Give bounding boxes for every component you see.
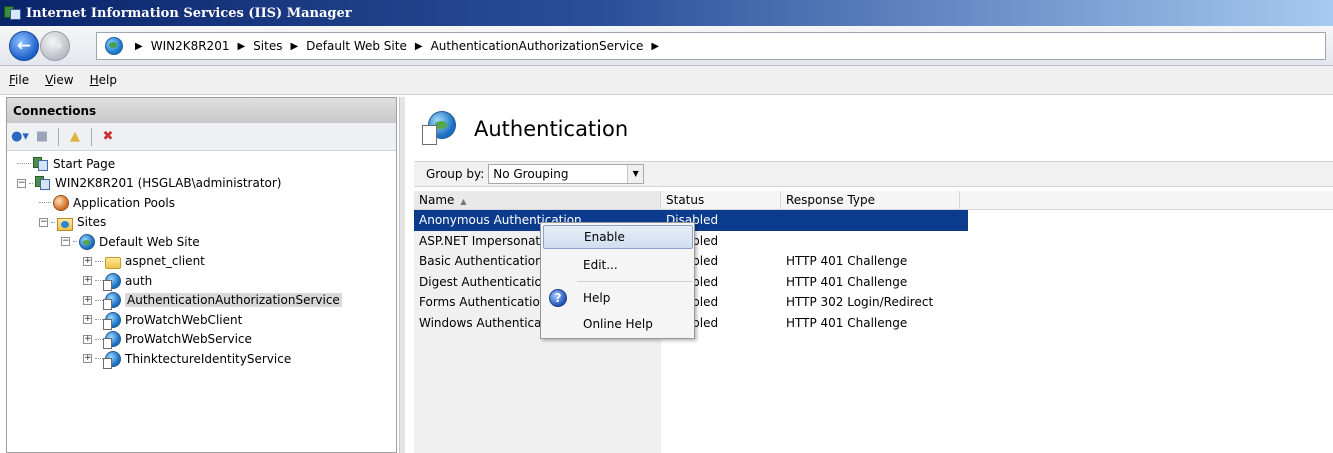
menu-bar: File View Help: [0, 66, 1333, 95]
disconnect-icon[interactable]: ✖: [99, 128, 117, 146]
address-breadcrumb[interactable]: ▶ WIN2K8R201 ▶ Sites ▶ Default Web Site …: [96, 32, 1326, 60]
sites-icon: [57, 217, 73, 231]
breadcrumb-server[interactable]: WIN2K8R201: [151, 39, 230, 53]
tree-item-aspnet-client[interactable]: + aspnet_client: [7, 252, 396, 272]
breadcrumb-application[interactable]: AuthenticationAuthorizationService: [431, 39, 644, 53]
feature-header: Authentication: [422, 111, 628, 147]
iis-manager-icon: [4, 4, 22, 22]
breadcrumb-default-web-site[interactable]: Default Web Site: [306, 39, 407, 53]
save-icon[interactable]: ■: [33, 128, 51, 146]
tree-item-authenticationauthorizationservice[interactable]: + AuthenticationAuthorizationService: [7, 291, 396, 311]
context-menu-help[interactable]: Help: [543, 286, 693, 310]
menu-help[interactable]: Help: [90, 73, 117, 87]
tree-item-start-page[interactable]: Start Page: [7, 154, 396, 174]
tree-item-default-web-site[interactable]: − Default Web Site: [7, 232, 396, 252]
up-folder-icon[interactable]: ▲: [66, 128, 84, 146]
server-icon: [35, 175, 51, 191]
pane-splitter[interactable]: [399, 97, 405, 453]
chevron-right-icon[interactable]: ▶: [415, 41, 423, 52]
folder-icon: [105, 257, 121, 270]
expand-toggle[interactable]: +: [83, 334, 92, 344]
context-menu-enable[interactable]: Enable: [543, 225, 693, 249]
context-menu-edit[interactable]: Edit...: [543, 253, 693, 277]
application-icon: [103, 311, 121, 330]
globe-icon: [105, 37, 123, 55]
forward-button[interactable]: →: [40, 31, 70, 61]
tree-item-auth[interactable]: + auth: [7, 271, 396, 291]
expand-toggle[interactable]: +: [83, 256, 92, 266]
chevron-down-icon[interactable]: ▼: [627, 165, 644, 183]
collapse-toggle[interactable]: −: [61, 237, 70, 247]
sort-ascending-icon: ▲: [460, 197, 467, 206]
group-by-bar: Group by: No Grouping ▼: [414, 161, 1333, 187]
column-header-status[interactable]: Status: [661, 191, 781, 209]
connect-icon[interactable]: ●▾: [11, 128, 29, 146]
chevron-right-icon[interactable]: ▶: [237, 41, 245, 52]
back-button[interactable]: ←: [9, 31, 39, 61]
start-page-icon: [33, 156, 49, 172]
tree-item-thinktectureidentityservice[interactable]: + ThinktectureIdentityService: [7, 349, 396, 369]
chevron-right-icon[interactable]: ▶: [290, 41, 298, 52]
expand-toggle[interactable]: +: [83, 315, 92, 325]
group-by-label: Group by:: [426, 167, 485, 181]
tree-item-prowatchwebclient[interactable]: + ProWatchWebClient: [7, 310, 396, 330]
connections-pane: Connections ●▾ ■ ▲ ✖ Start Page − WIN2K8…: [6, 97, 397, 453]
list-header: Name ▲ Status Response Type: [414, 191, 1333, 210]
connections-header: Connections: [7, 98, 396, 123]
authentication-icon: [422, 111, 458, 147]
application-icon: [103, 272, 121, 291]
group-by-select[interactable]: No Grouping ▼: [488, 164, 645, 184]
chevron-right-icon[interactable]: ▶: [135, 41, 143, 52]
column-header-response-type[interactable]: Response Type: [781, 191, 960, 209]
website-icon: [79, 233, 95, 250]
navigation-bar: ← → ▶ WIN2K8R201 ▶ Sites ▶ Default Web S…: [0, 26, 1333, 66]
menu-file[interactable]: File: [9, 73, 29, 87]
context-menu: Enable Edit... ? Help Online Help: [540, 222, 695, 339]
tree-item-sites[interactable]: − Sites: [7, 213, 396, 233]
connections-tree: Start Page − WIN2K8R201 (HSGLAB\administ…: [7, 151, 396, 369]
breadcrumb-sites[interactable]: Sites: [253, 39, 282, 53]
chevron-right-icon[interactable]: ▶: [651, 41, 659, 52]
page-title: Authentication: [474, 117, 629, 141]
context-menu-separator: [577, 281, 692, 282]
toolbar-separator: [58, 127, 59, 146]
application-icon: [103, 331, 121, 350]
context-menu-online-help[interactable]: Online Help: [543, 312, 693, 336]
expand-toggle[interactable]: +: [83, 276, 92, 286]
title-bar: Internet Information Services (IIS) Mana…: [0, 0, 1333, 26]
collapse-toggle[interactable]: −: [17, 178, 26, 188]
collapse-toggle[interactable]: −: [39, 217, 48, 227]
column-header-name[interactable]: Name ▲: [414, 191, 661, 209]
tree-item-application-pools[interactable]: Application Pools: [7, 193, 396, 213]
window-title: Internet Information Services (IIS) Mana…: [26, 5, 352, 21]
connections-toolbar: ●▾ ■ ▲ ✖: [7, 123, 396, 151]
expand-toggle[interactable]: +: [83, 354, 92, 364]
expand-toggle[interactable]: +: [83, 295, 92, 305]
toolbar-separator: [91, 127, 92, 146]
tree-item-prowatchwebservice[interactable]: + ProWatchWebService: [7, 330, 396, 350]
application-icon: [103, 350, 121, 369]
tree-item-server[interactable]: − WIN2K8R201 (HSGLAB\administrator): [7, 174, 396, 194]
app-pools-icon: [53, 194, 69, 211]
application-icon: [103, 292, 121, 311]
menu-view[interactable]: View: [45, 73, 73, 87]
